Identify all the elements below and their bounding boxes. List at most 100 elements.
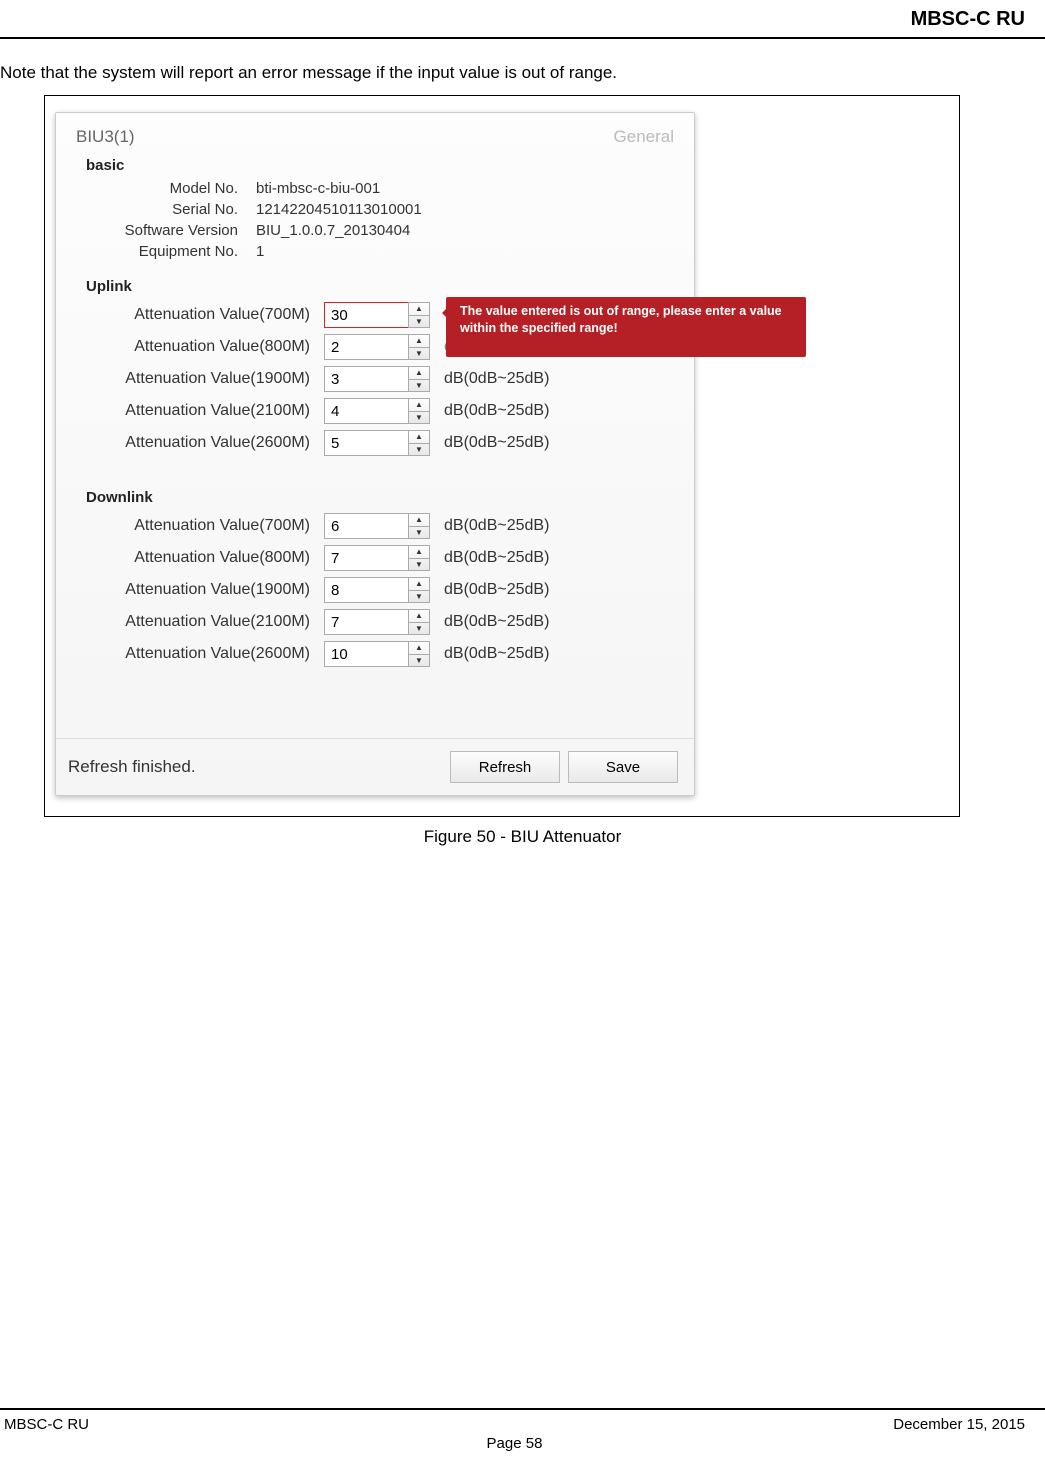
atten-label: Attenuation Value(2100M) — [56, 613, 324, 631]
range-text: dB(0dB~25dB) — [430, 370, 549, 388]
atten-row: Attenuation Value(1900M) ▲▼ dB(0dB~25dB) — [56, 363, 694, 395]
spin-up-icon[interactable]: ▲ — [409, 578, 429, 591]
atten-spinner[interactable]: ▲▼ — [324, 641, 430, 667]
spin-buttons[interactable]: ▲▼ — [408, 545, 430, 571]
refresh-button[interactable]: Refresh — [450, 751, 560, 783]
atten-input[interactable] — [324, 609, 408, 635]
range-text: dB(0dB~25dB) — [430, 434, 549, 452]
atten-spinner[interactable]: ▲▼ — [324, 513, 430, 539]
spin-down-icon[interactable]: ▼ — [409, 412, 429, 424]
range-text: dB(0dB~25dB) — [430, 645, 549, 663]
page-footer: MBSC-C RU December 15, 2015 Page 58 — [0, 1408, 1045, 1452]
atten-label: Attenuation Value(2600M) — [56, 434, 324, 452]
atten-row: Attenuation Value(700M) ▲▼ The value ent… — [56, 299, 694, 331]
basic-row: Software VersionBIU_1.0.0.7_20130404 — [56, 220, 694, 241]
spin-down-icon[interactable]: ▼ — [409, 527, 429, 539]
range-text: dB(0dB~25dB) — [430, 517, 549, 535]
spin-up-icon[interactable]: ▲ — [409, 642, 429, 655]
note-text: Note that the system will report an erro… — [0, 63, 1045, 83]
basic-row: Equipment No.1 — [56, 241, 694, 262]
atten-spinner[interactable]: ▲▼ — [324, 577, 430, 603]
spin-buttons[interactable]: ▲▼ — [408, 430, 430, 456]
atten-row: Attenuation Value(2100M) ▲▼ dB(0dB~25dB) — [56, 395, 694, 427]
section-uplink: Uplink — [56, 272, 694, 299]
spin-down-icon[interactable]: ▼ — [409, 623, 429, 635]
save-button[interactable]: Save — [568, 751, 678, 783]
atten-label: Attenuation Value(800M) — [56, 549, 324, 567]
spin-buttons[interactable]: ▲▼ — [408, 398, 430, 424]
basic-value: BIU_1.0.0.7_20130404 — [256, 222, 410, 239]
basic-label: Model No. — [56, 180, 256, 197]
spin-down-icon[interactable]: ▼ — [409, 380, 429, 392]
spin-up-icon[interactable]: ▲ — [409, 367, 429, 380]
atten-label: Attenuation Value(2100M) — [56, 402, 324, 420]
spin-buttons[interactable]: ▲▼ — [408, 334, 430, 360]
spin-buttons[interactable]: ▲▼ — [408, 513, 430, 539]
spin-up-icon[interactable]: ▲ — [409, 303, 429, 316]
atten-input[interactable] — [324, 334, 408, 360]
spin-up-icon[interactable]: ▲ — [409, 546, 429, 559]
spin-down-icon[interactable]: ▼ — [409, 559, 429, 571]
spin-down-icon[interactable]: ▼ — [409, 348, 429, 360]
atten-input[interactable] — [324, 398, 408, 424]
spin-buttons[interactable]: ▲▼ — [408, 577, 430, 603]
atten-input[interactable] — [324, 641, 408, 667]
atten-row: Attenuation Value(2600M) ▲▼ dB(0dB~25dB) — [56, 638, 694, 670]
range-text: dB(0dB~25dB) — [430, 402, 549, 420]
spin-up-icon[interactable]: ▲ — [409, 431, 429, 444]
figure-frame: BIU3(1) General basic Model No.bti-mbsc-… — [44, 95, 960, 817]
atten-spinner[interactable]: ▲▼ — [324, 430, 430, 456]
range-text: dB(0dB~25dB) — [430, 581, 549, 599]
window-title: BIU3(1) — [76, 127, 135, 147]
spin-up-icon[interactable]: ▲ — [409, 399, 429, 412]
status-text: Refresh finished. — [68, 757, 196, 777]
spin-up-icon[interactable]: ▲ — [409, 335, 429, 348]
atten-row: Attenuation Value(1900M) ▲▼ dB(0dB~25dB) — [56, 574, 694, 606]
window-footer: Refresh finished. Refresh Save — [56, 738, 694, 783]
atten-label: Attenuation Value(1900M) — [56, 370, 324, 388]
atten-label: Attenuation Value(700M) — [56, 306, 324, 324]
basic-label: Software Version — [56, 222, 256, 239]
atten-spinner[interactable]: ▲▼ — [324, 398, 430, 424]
atten-label: Attenuation Value(2600M) — [56, 645, 324, 663]
spin-buttons[interactable]: ▲▼ — [408, 641, 430, 667]
atten-row: Attenuation Value(2100M) ▲▼ dB(0dB~25dB) — [56, 606, 694, 638]
atten-input[interactable] — [324, 577, 408, 603]
spin-buttons[interactable]: ▲▼ — [408, 609, 430, 635]
basic-row: Serial No.12142204510113010001 — [56, 199, 694, 220]
error-tooltip: The value entered is out of range, pleas… — [446, 297, 806, 357]
basic-value: bti-mbsc-c-biu-001 — [256, 180, 380, 197]
basic-label: Serial No. — [56, 201, 256, 218]
section-basic: basic — [56, 151, 694, 178]
spin-down-icon[interactable]: ▼ — [409, 444, 429, 456]
spin-buttons[interactable]: ▲▼ — [408, 366, 430, 392]
atten-row: Attenuation Value(2600M) ▲▼ dB(0dB~25dB) — [56, 427, 694, 459]
atten-input[interactable] — [324, 545, 408, 571]
atten-spinner[interactable]: ▲▼ — [324, 366, 430, 392]
header-label: MBSC-C RU — [911, 8, 1025, 30]
atten-input[interactable] — [324, 302, 408, 328]
window-header: BIU3(1) General — [56, 113, 694, 151]
spin-buttons[interactable]: ▲▼ — [408, 302, 430, 328]
spin-down-icon[interactable]: ▼ — [409, 316, 429, 328]
atten-input[interactable] — [324, 366, 408, 392]
atten-spinner[interactable]: ▲▼ — [324, 545, 430, 571]
atten-row: Attenuation Value(800M) ▲▼ dB(0dB~25dB) — [56, 542, 694, 574]
spin-up-icon[interactable]: ▲ — [409, 610, 429, 623]
basic-value: 1 — [256, 243, 264, 260]
basic-row: Model No.bti-mbsc-c-biu-001 — [56, 178, 694, 199]
tab-general[interactable]: General — [614, 127, 674, 147]
basic-label: Equipment No. — [56, 243, 256, 260]
downlink-rows: Attenuation Value(700M) ▲▼ dB(0dB~25dB) … — [56, 510, 694, 678]
atten-spinner[interactable]: ▲▼ — [324, 302, 430, 328]
spin-down-icon[interactable]: ▼ — [409, 591, 429, 603]
section-downlink: Downlink — [56, 483, 694, 510]
uplink-rows: Attenuation Value(700M) ▲▼ The value ent… — [56, 299, 694, 467]
atten-spinner[interactable]: ▲▼ — [324, 609, 430, 635]
atten-label: Attenuation Value(1900M) — [56, 581, 324, 599]
atten-spinner[interactable]: ▲▼ — [324, 334, 430, 360]
spin-up-icon[interactable]: ▲ — [409, 514, 429, 527]
spin-down-icon[interactable]: ▼ — [409, 655, 429, 667]
atten-input[interactable] — [324, 513, 408, 539]
atten-input[interactable] — [324, 430, 408, 456]
